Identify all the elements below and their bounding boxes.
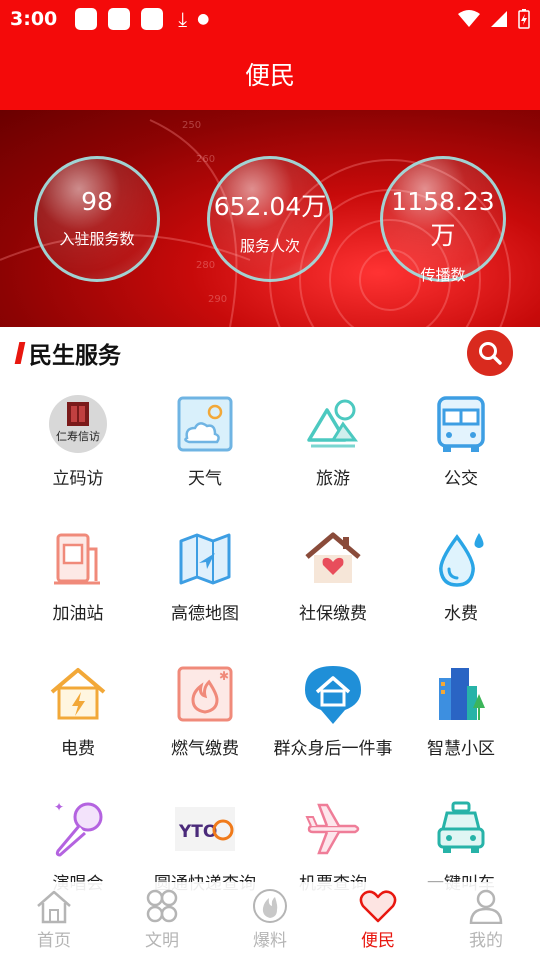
service-gas-station[interactable]: 加油站: [14, 515, 142, 635]
wifi-icon: [458, 10, 480, 27]
service-label: 天气: [188, 469, 222, 489]
service-label: 燃气缴费: [171, 739, 239, 759]
user-icon: [469, 889, 503, 924]
nav-home[interactable]: 首页: [0, 882, 108, 960]
stat-bubble-spread: 1158.23万 传播数: [380, 156, 506, 284]
stat-value: 652.04万: [213, 192, 327, 221]
nav-label: 首页: [37, 931, 71, 951]
bus-icon: [431, 394, 491, 454]
status-time: 3:00: [10, 8, 58, 30]
notification-icon: [141, 8, 164, 30]
rubber-stamp-logo-icon: 仁寿信访: [48, 394, 108, 454]
service-travel[interactable]: 旅游: [269, 380, 397, 500]
clover-icon: [146, 889, 178, 923]
title-bar: 便民: [0, 38, 540, 110]
nav-profile[interactable]: 我的: [432, 882, 540, 960]
nav-label: 我的: [469, 931, 503, 951]
house-lightning-icon: [48, 664, 108, 724]
airplane-icon: [303, 799, 363, 859]
microphone-icon: ✦: [48, 799, 108, 859]
service-label: 旅游: [316, 469, 350, 489]
heart-icon: [359, 890, 397, 923]
bottom-nav: 首页 文明 爆料 便民 我的: [0, 882, 540, 960]
service-smart-community[interactable]: 智慧小区: [397, 650, 525, 770]
service-label: 加油站: [52, 604, 104, 624]
stat-value: 98: [81, 187, 113, 216]
svg-text:290: 290: [208, 294, 227, 305]
notification-icon: [75, 8, 98, 30]
service-electricity-bill[interactable]: 电费: [14, 650, 142, 770]
service-label: 智慧小区: [427, 739, 495, 759]
section-title: 民生服务: [29, 343, 121, 369]
nav-convenience[interactable]: 便民: [324, 882, 432, 960]
gas-pump-icon: [48, 529, 108, 589]
service-weather[interactable]: 天气: [141, 380, 269, 500]
service-bus[interactable]: 公交: [397, 380, 525, 500]
svg-text:280: 280: [196, 260, 215, 271]
stat-bubble-visits: 652.04万 服务人次: [207, 156, 333, 282]
service-social-security[interactable]: 社保缴费: [269, 515, 397, 635]
search-button[interactable]: [467, 330, 513, 376]
svg-text:260: 260: [196, 154, 215, 165]
signal-icon: [491, 11, 507, 27]
stat-label: 入驻服务数: [59, 230, 135, 248]
service-label: 社保缴费: [299, 604, 367, 624]
service-label: 公交: [444, 469, 478, 489]
yto-logo-icon: YTO: [175, 799, 235, 859]
service-label: 立码访: [52, 469, 104, 489]
svg-text:250: 250: [182, 120, 201, 131]
svg-text:✱: ✱: [219, 669, 229, 683]
stat-bubble-services: 98 入驻服务数: [34, 156, 160, 282]
notification-icon: [108, 8, 131, 30]
location-house-icon: [303, 664, 363, 724]
stat-value: 1158.23万: [391, 187, 495, 250]
service-lima-fang[interactable]: 仁寿信访 立码访: [14, 380, 142, 500]
battery-icon: [518, 9, 530, 29]
stat-label: 服务人次: [239, 237, 300, 255]
service-posthumous-affairs[interactable]: 群众身后一件事: [269, 650, 397, 770]
search-icon: [479, 342, 502, 365]
nav-civilization[interactable]: 文明: [108, 882, 216, 960]
section-accent-bar: [14, 342, 26, 364]
service-label: 水费: [444, 604, 478, 624]
flame-icon: [253, 889, 287, 923]
status-bar: 3:00 ⤓ ●: [0, 0, 540, 38]
svg-text:✦: ✦: [54, 800, 64, 814]
service-label: 高德地图: [171, 604, 239, 624]
house-heart-icon: [303, 529, 363, 589]
taxi-icon: [431, 799, 491, 859]
mountain-icon: [303, 394, 363, 454]
download-icon: ⤓: [178, 7, 188, 31]
nav-report[interactable]: 爆料: [216, 882, 324, 960]
nav-label: 便民: [361, 931, 395, 951]
flame-icon: ✱: [175, 664, 235, 724]
service-water-bill[interactable]: 水费: [397, 515, 525, 635]
home-icon: [37, 890, 71, 924]
section-header: 民生服务: [0, 327, 540, 379]
stat-label: 传播数: [420, 266, 466, 284]
buildings-icon: [431, 664, 491, 724]
yto-logo-text: YTO: [178, 822, 217, 842]
rubber-stamp-logo-text: 仁寿信访: [56, 429, 100, 443]
water-drop-icon: [431, 529, 491, 589]
page-title: 便民: [244, 61, 295, 90]
nav-label: 爆料: [253, 931, 287, 951]
service-label: 电费: [61, 739, 95, 759]
service-label: 群众身后一件事: [273, 739, 393, 759]
weather-icon: [175, 394, 235, 454]
nav-label: 文明: [145, 931, 179, 951]
map-icon: [175, 529, 235, 589]
service-gas-bill[interactable]: ✱ 燃气缴费: [141, 650, 269, 770]
service-amap[interactable]: 高德地图: [141, 515, 269, 635]
more-notifications-dot-icon: ●: [197, 11, 210, 27]
stats-banner: 250 260 280 290 98 入驻服务数 652.04万 服务人次 1158.…: [0, 110, 540, 327]
